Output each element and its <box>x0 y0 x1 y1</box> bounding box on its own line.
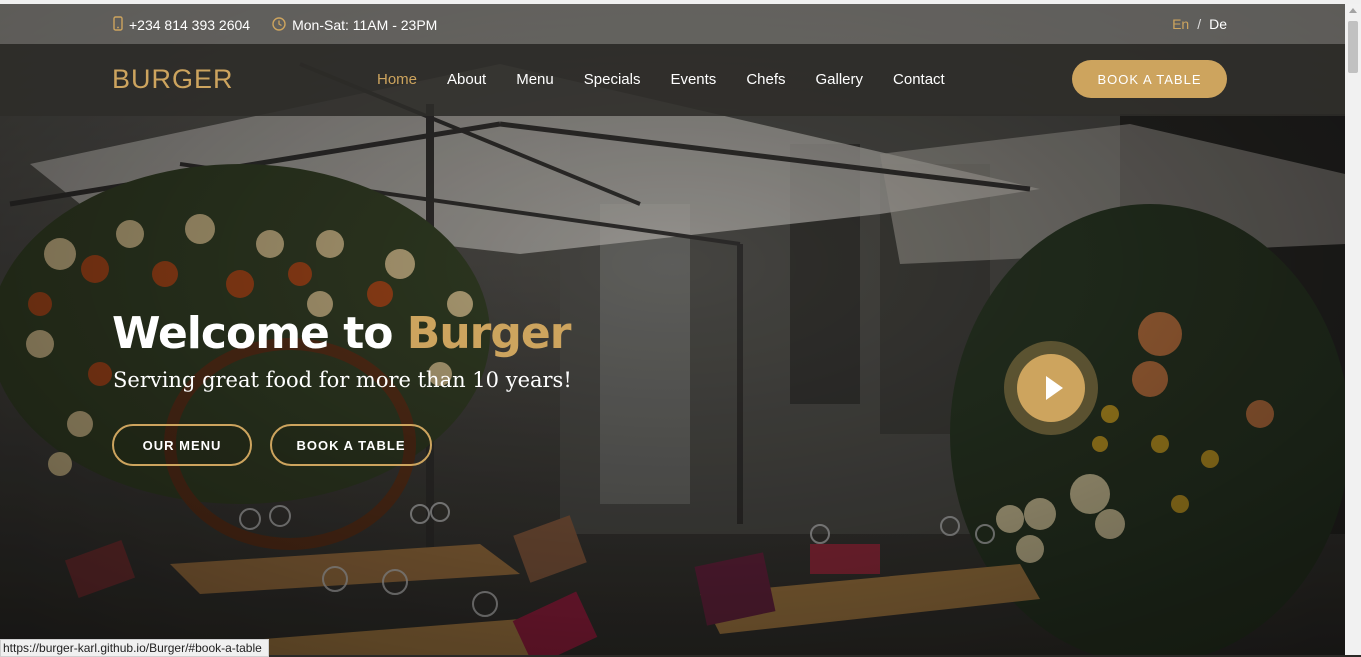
hero-title-accent: Burger <box>406 308 572 359</box>
nav-events[interactable]: Events <box>670 71 716 88</box>
nav-menu[interactable]: Menu <box>516 71 554 88</box>
lang-en-link[interactable]: En <box>1172 16 1189 32</box>
site-logo[interactable]: BURGER <box>112 64 234 95</box>
clock-icon <box>272 16 286 34</box>
our-menu-button[interactable]: OUR MENU <box>112 424 252 466</box>
phone-item: +234 814 393 2604 <box>113 16 250 34</box>
nav-gallery[interactable]: Gallery <box>816 71 864 88</box>
link-status-bar: https://burger-karl.github.io/Burger/#bo… <box>0 639 269 657</box>
nav-about[interactable]: About <box>447 71 486 88</box>
nav-contact[interactable]: Contact <box>893 71 945 88</box>
hero-title: Welcome to Burger <box>112 308 572 359</box>
play-icon <box>1046 376 1063 400</box>
page-scrollbar[interactable] <box>1345 4 1361 655</box>
book-table-button[interactable]: BOOK A TABLE <box>1072 60 1227 98</box>
scrollbar-thumb[interactable] <box>1348 21 1358 73</box>
top-info-bar: +234 814 393 2604 Mon-Sat: 11AM - 23PM E… <box>0 4 1345 44</box>
nav-home[interactable]: Home <box>377 71 417 88</box>
hero-subtitle: Serving great food for more than 10 year… <box>113 368 572 392</box>
video-play-button[interactable] <box>1004 341 1098 435</box>
main-nav: Home About Menu Specials Events Chefs Ga… <box>377 71 975 88</box>
language-switcher: En / De <box>1172 16 1227 32</box>
lang-separator: / <box>1197 16 1202 32</box>
hero-book-table-button[interactable]: BOOK A TABLE <box>270 424 432 466</box>
hero-title-text: Welcome to <box>112 308 407 359</box>
hours-item: Mon-Sat: 11AM - 23PM <box>272 16 437 34</box>
scroll-up-arrow-icon[interactable] <box>1349 8 1357 13</box>
nav-chefs[interactable]: Chefs <box>746 71 785 88</box>
phone-number: +234 814 393 2604 <box>129 17 251 33</box>
phone-icon <box>113 16 123 34</box>
play-button-circle <box>1017 354 1085 422</box>
contact-info: +234 814 393 2604 Mon-Sat: 11AM - 23PM <box>113 16 437 34</box>
browser-edge <box>0 0 1361 4</box>
site-header: BURGER Home About Menu Specials Events C… <box>0 44 1345 116</box>
nav-specials[interactable]: Specials <box>584 71 641 88</box>
lang-de-link[interactable]: De <box>1209 16 1227 32</box>
opening-hours: Mon-Sat: 11AM - 23PM <box>292 17 438 33</box>
